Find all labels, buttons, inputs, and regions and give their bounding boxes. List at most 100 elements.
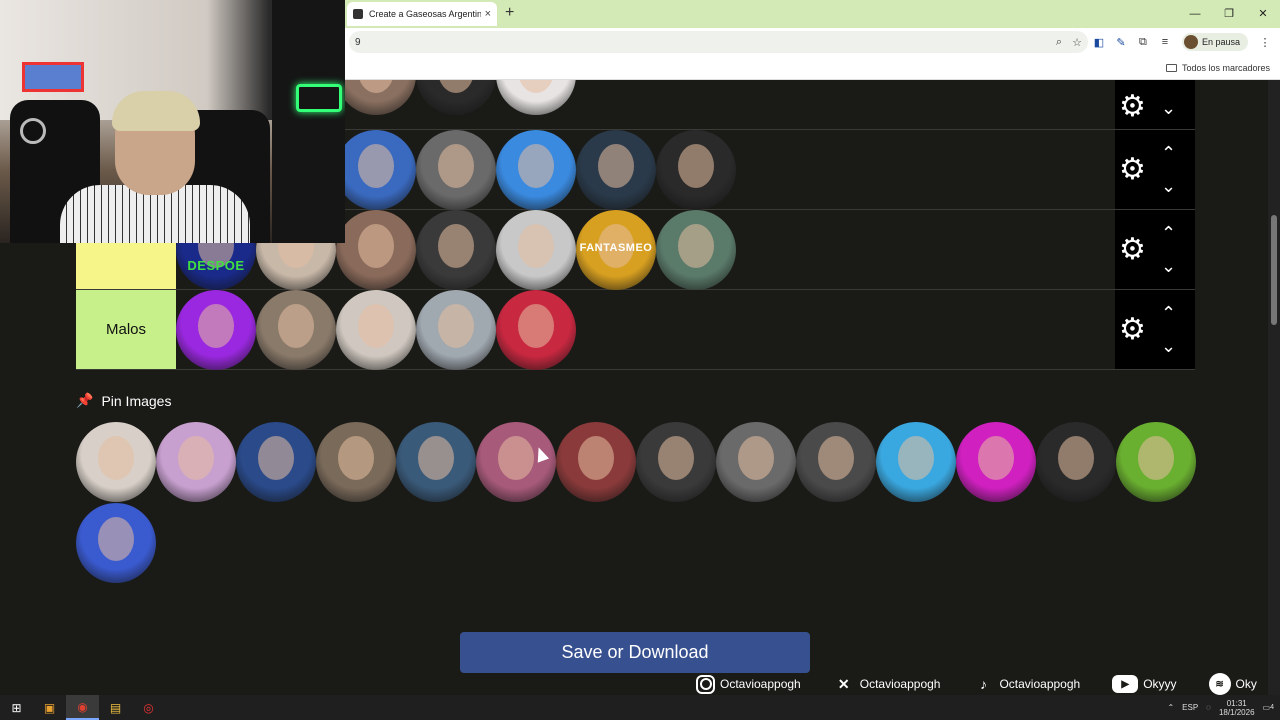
- pinned-image-pool: [76, 422, 1196, 584]
- clock-date: 18/1/2026: [1218, 707, 1255, 717]
- social-handle: Octavioappogh: [859, 677, 941, 691]
- webcam-shelf: [272, 0, 345, 243]
- save-or-download-button[interactable]: Save or Download: [460, 632, 810, 673]
- chevron-up-icon[interactable]: ⌃: [1161, 144, 1176, 162]
- tier-artist-image[interactable]: [576, 129, 656, 210]
- address-bar[interactable]: 9 ⌕ ☆: [349, 31, 1088, 53]
- tier-artist-image[interactable]: [416, 209, 496, 290]
- pinned-artist-image[interactable]: [316, 422, 396, 502]
- tab-bar: Create a Gaseosas Argentinas. × + — ❐ ✕: [345, 0, 1280, 28]
- close-window-icon[interactable]: ✕: [1246, 0, 1280, 28]
- social-tiktok[interactable]: ♪ Octavioappogh: [972, 673, 1080, 695]
- tier-artist-image[interactable]: [176, 289, 256, 370]
- chevron-down-icon[interactable]: ⌄: [1161, 99, 1176, 117]
- tier-artist-image[interactable]: [496, 289, 576, 370]
- pinned-artist-image[interactable]: [476, 422, 556, 502]
- pin-images-header: 📌 Pin Images: [76, 392, 171, 409]
- pinned-artist-image[interactable]: [716, 422, 796, 502]
- youtube-icon: ▶: [1112, 675, 1139, 693]
- webcam-streamer: [60, 91, 250, 243]
- extension-icon[interactable]: ✎: [1110, 36, 1132, 49]
- image-caption: FANTASMEO: [579, 241, 653, 254]
- star-icon[interactable]: ☆: [1072, 36, 1082, 49]
- pinned-artist-image[interactable]: [956, 422, 1036, 502]
- app-icon[interactable]: ◎: [132, 695, 165, 720]
- all-bookmarks-link[interactable]: Todos los marcadores: [1182, 63, 1270, 73]
- address-row: 9 ⌕ ☆ ◧ ✎ ⧉ ≡ En pausa ⋮: [345, 28, 1280, 56]
- chevron-up-icon[interactable]: ⌃: [1161, 224, 1176, 242]
- tier-artist-image[interactable]: [656, 209, 736, 290]
- menu-icon[interactable]: ⋮: [1254, 36, 1276, 49]
- folder-icon: [1165, 63, 1177, 72]
- tier-artist-image[interactable]: FANTASMEO: [576, 209, 656, 290]
- url-text: 9: [355, 36, 361, 48]
- puzzle-icon[interactable]: ⧉: [1132, 36, 1154, 49]
- network-icon[interactable]: ◌: [1206, 703, 1211, 712]
- gear-icon[interactable]: ⚙: [1119, 92, 1146, 122]
- gear-icon[interactable]: ⚙: [1119, 234, 1146, 265]
- pinned-artist-image[interactable]: [156, 422, 236, 502]
- social-instagram[interactable]: Octavioappogh: [696, 674, 801, 694]
- zoom-icon[interactable]: ⌕: [1056, 36, 1062, 49]
- tier-controls: ⚙ ⌃ ⌄: [1115, 290, 1195, 369]
- chevron-down-icon[interactable]: ⌄: [1161, 337, 1176, 355]
- extension-icon[interactable]: ◧: [1088, 36, 1110, 49]
- restore-icon[interactable]: ❐: [1212, 0, 1246, 28]
- pinned-artist-image[interactable]: [396, 422, 476, 502]
- profile-button[interactable]: En pausa: [1181, 33, 1248, 51]
- webcam-hair: [112, 91, 200, 131]
- minimize-icon[interactable]: —: [1178, 0, 1212, 28]
- chevron-up-icon[interactable]: ⌃: [1161, 304, 1176, 322]
- webcam-poster: [22, 62, 84, 92]
- tier-artist-image[interactable]: [336, 209, 416, 290]
- tab-close-icon[interactable]: ×: [485, 8, 491, 20]
- social-youtube[interactable]: ▶ Okyyy: [1112, 675, 1177, 693]
- tier-artist-image[interactable]: [416, 289, 496, 370]
- pinned-artist-image[interactable]: [236, 422, 316, 502]
- pinned-artist-image[interactable]: [1116, 422, 1196, 502]
- clock[interactable]: 01:31 18/1/2026: [1219, 699, 1255, 717]
- new-tab-button[interactable]: +: [505, 4, 514, 22]
- bookmarks-bar: Todos los marcadores: [345, 56, 1280, 80]
- tier-artist-image[interactable]: [656, 129, 736, 210]
- pinned-artist-image[interactable]: [1036, 422, 1116, 502]
- chevron-down-icon[interactable]: ⌄: [1161, 177, 1176, 195]
- scrollbar-thumb[interactable]: [1271, 215, 1277, 325]
- pinned-artist-image[interactable]: [76, 422, 156, 502]
- screen: ⚙ ⌄ ⚙ ⌃ ⌄ Mediopelo DESPOEFANTASMEO ⚙ ⌃ …: [0, 0, 1280, 720]
- reading-list-icon[interactable]: ≡: [1154, 36, 1176, 48]
- tier-items: [176, 289, 576, 370]
- pinned-artist-image[interactable]: [636, 422, 716, 502]
- pinned-artist-image[interactable]: [556, 422, 636, 502]
- chevron-down-icon[interactable]: ⌄: [1161, 257, 1176, 275]
- page-scrollbar[interactable]: [1268, 80, 1280, 695]
- tiktok-icon: ♪: [979, 676, 987, 692]
- browser-tab[interactable]: Create a Gaseosas Argentinas. ×: [347, 2, 497, 26]
- social-x[interactable]: ✕ Octavioappogh: [833, 673, 941, 695]
- tier-artist-image[interactable]: [416, 129, 496, 210]
- notification-icon[interactable]: ▭: [1263, 703, 1271, 712]
- tier-row-malos: Malos ⚙ ⌃ ⌄: [76, 289, 1195, 370]
- tray-lang[interactable]: ESP: [1182, 703, 1198, 712]
- tier-artist-image[interactable]: [496, 209, 576, 290]
- social-handle: Octavioappogh: [720, 677, 801, 691]
- avatar: [1183, 35, 1198, 49]
- tier-label[interactable]: Malos: [76, 290, 176, 369]
- pinned-artist-image[interactable]: [876, 422, 956, 502]
- chrome-icon[interactable]: ◉: [66, 695, 99, 720]
- tier-artist-image[interactable]: [256, 289, 336, 370]
- social-spotify[interactable]: ≋ Oky: [1208, 673, 1257, 695]
- tier-artist-image[interactable]: [336, 289, 416, 370]
- tier-artist-image[interactable]: [496, 129, 576, 210]
- tray-chevron-icon[interactable]: ⌃: [1167, 703, 1174, 712]
- tier-artist-image[interactable]: [336, 129, 416, 210]
- windows-start-icon[interactable]: ⊞: [0, 695, 33, 720]
- gear-icon[interactable]: ⚙: [1119, 314, 1146, 345]
- pinned-artist-image[interactable]: [76, 503, 156, 583]
- gear-icon[interactable]: ⚙: [1119, 154, 1146, 185]
- pinned-artist-image[interactable]: [796, 422, 876, 502]
- media-app-icon[interactable]: ▣: [33, 695, 66, 720]
- tier-controls: ⚙ ⌃ ⌄: [1115, 130, 1195, 209]
- notification-count: 4: [1270, 704, 1274, 711]
- file-explorer-icon[interactable]: ▤: [99, 695, 132, 720]
